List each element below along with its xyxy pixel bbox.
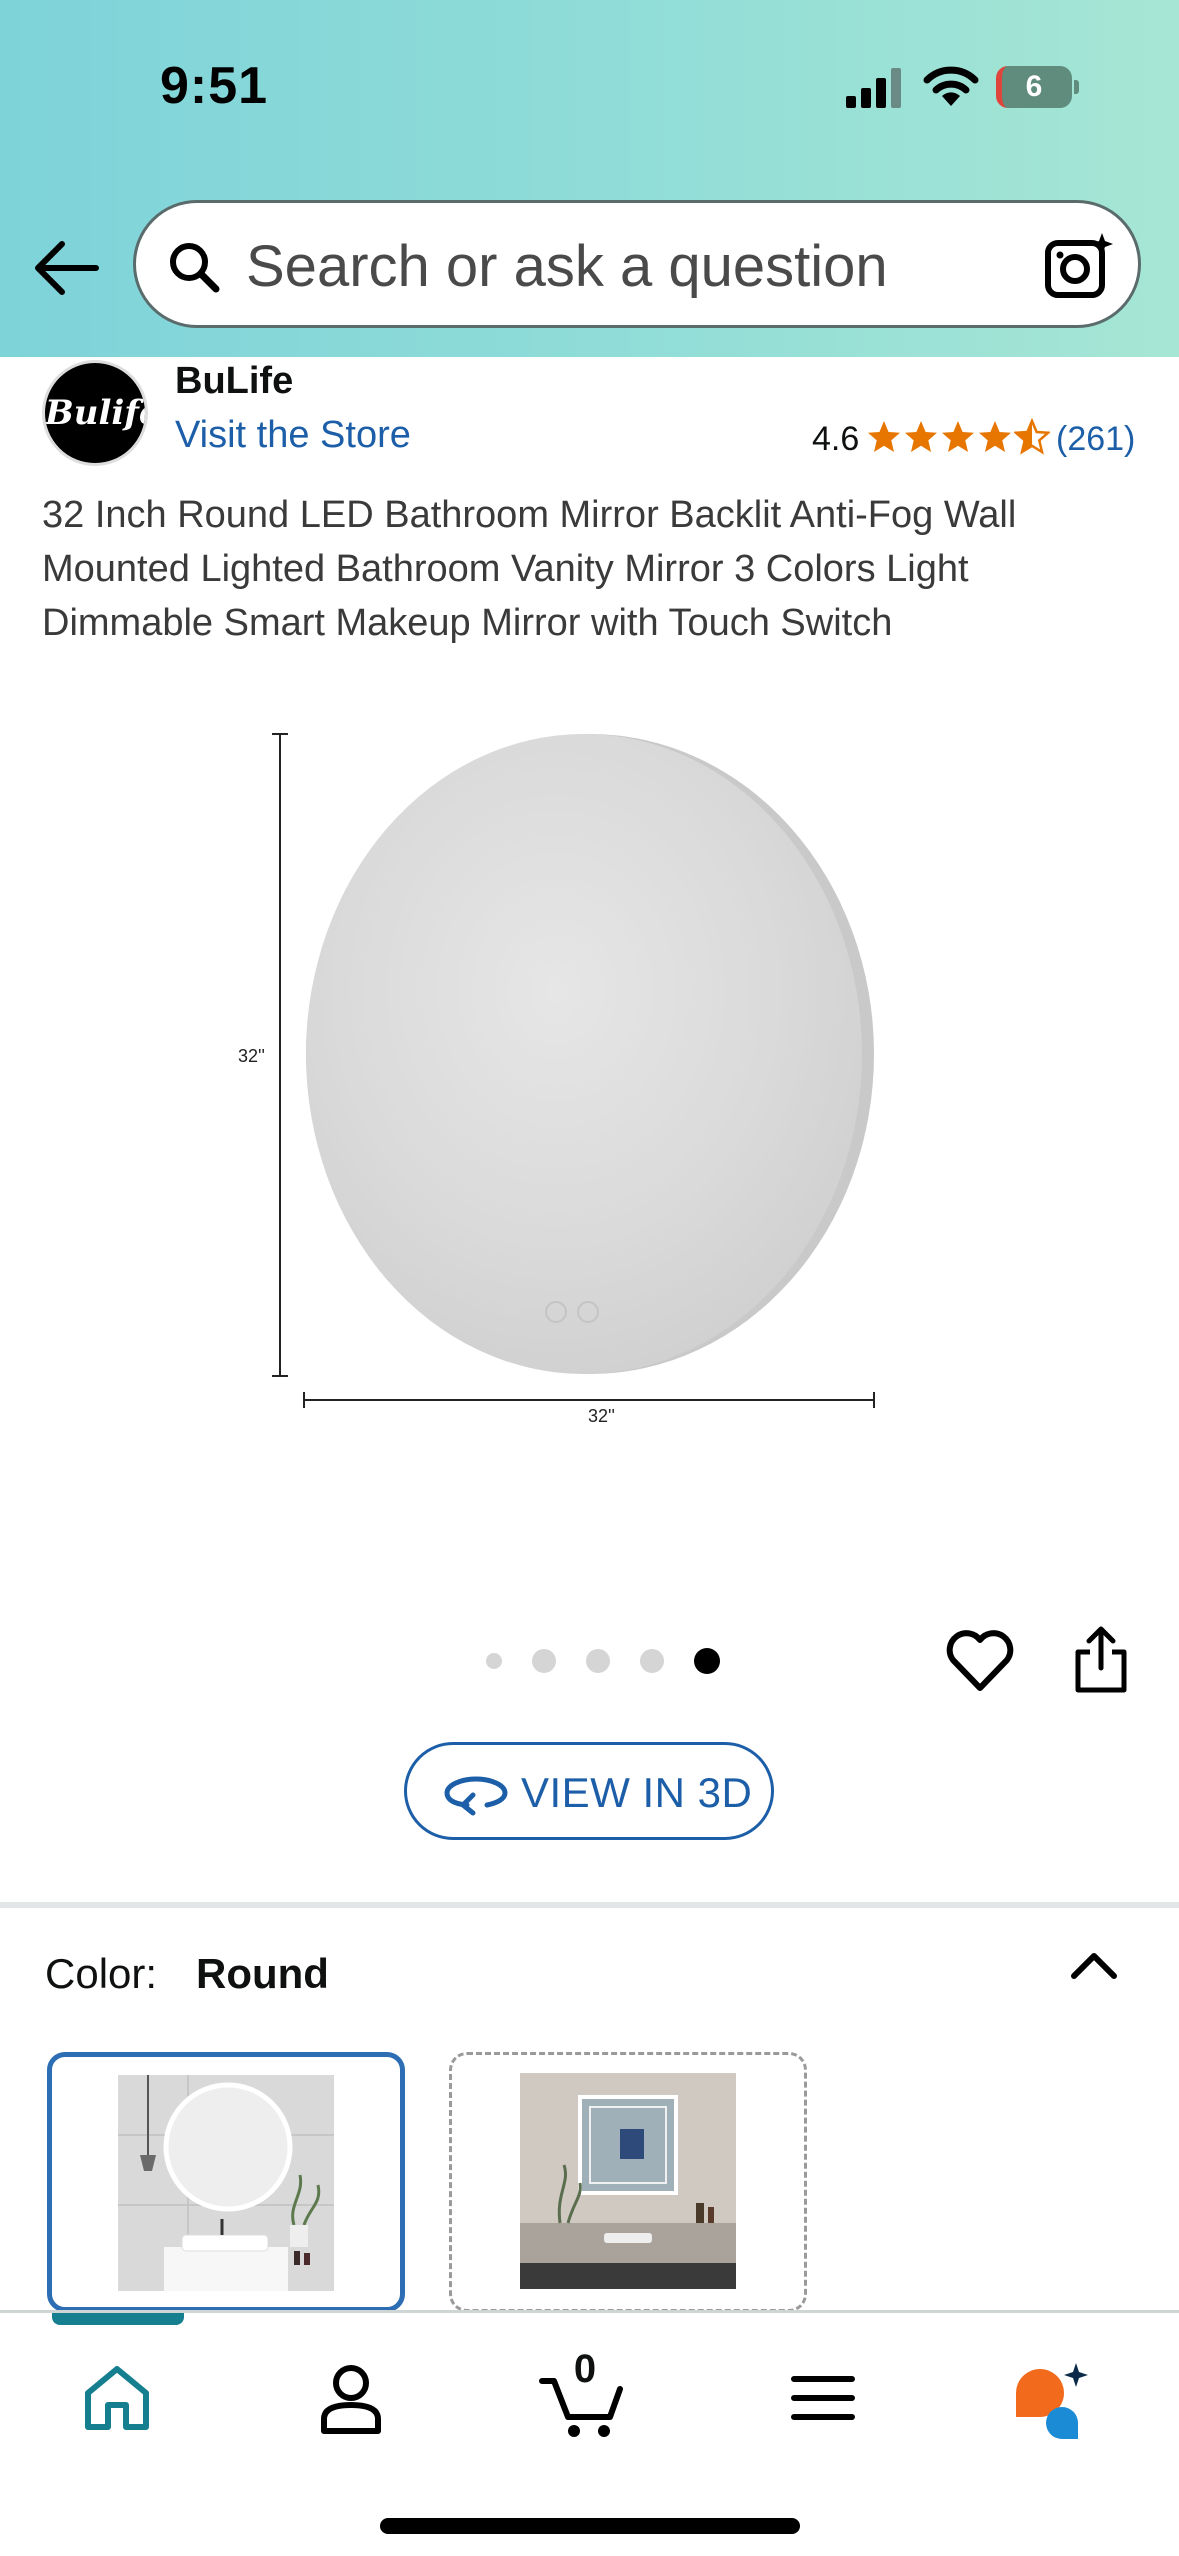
visit-store-link[interactable]: Visit the Store (175, 414, 411, 457)
brand-name: BuLife (175, 360, 294, 402)
section-divider (0, 1902, 1179, 1908)
height-dimension-label: 32'' (238, 1046, 265, 1066)
product-title: 32 Inch Round LED Bathroom Mirror Backli… (42, 494, 1017, 644)
carousel-dot[interactable] (486, 1653, 502, 1669)
color-swatch-square[interactable] (449, 2052, 807, 2312)
product-image[interactable]: 32'' 32'' (220, 720, 920, 1440)
star-full-icon (905, 421, 937, 452)
rating-stars[interactable] (866, 416, 1051, 458)
cart-button[interactable]: 0 (538, 2347, 628, 2443)
search-bar[interactable] (133, 200, 1141, 328)
rating-value: 4.6 (812, 420, 860, 458)
cart-count: 0 (573, 2347, 597, 2391)
image-carousel-dots[interactable] (486, 1648, 750, 1674)
round-mirror-thumbnail (118, 2075, 334, 2291)
active-tab-indicator (52, 2313, 184, 2325)
brand-logo[interactable]: Bulife (42, 360, 148, 466)
profile-icon[interactable] (306, 2353, 396, 2443)
star-full-icon (979, 421, 1011, 452)
rotate-3d-icon (444, 1776, 508, 1816)
cell-signal-icon (846, 68, 901, 108)
star-half-icon (1014, 417, 1050, 455)
wifi-icon (923, 66, 979, 106)
home-icon[interactable] (72, 2353, 162, 2443)
carousel-dot[interactable] (640, 1649, 664, 1673)
battery-icon: 6 (996, 66, 1079, 108)
width-dimension-label: 32'' (588, 1406, 615, 1426)
status-time: 9:51 (160, 57, 269, 115)
view-in-3d-button[interactable]: VIEW IN 3D (404, 1742, 774, 1840)
home-indicator[interactable] (380, 2518, 800, 2534)
star-full-icon (868, 421, 900, 452)
search-input[interactable] (246, 231, 1006, 301)
share-icon[interactable] (1070, 1624, 1132, 1696)
chevron-up-icon[interactable] (1066, 1946, 1122, 1986)
rating-count[interactable]: (261) (1056, 420, 1135, 459)
back-arrow-icon[interactable] (30, 232, 102, 304)
search-icon (170, 243, 220, 293)
product-page: 9:51 6 Search or ask a question Bulif Bu… (0, 0, 1179, 2556)
star-full-icon (942, 421, 974, 452)
carousel-dot-active[interactable] (694, 1648, 720, 1674)
rufus-assistant-icon[interactable] (1006, 2353, 1096, 2443)
color-swatch-round[interactable] (47, 2052, 405, 2312)
heart-icon[interactable] (944, 1628, 1016, 1694)
view-in-3d-label: VIEW IN 3D (521, 1769, 753, 1816)
color-label: Color: (45, 1950, 158, 1997)
carousel-dot[interactable] (586, 1649, 610, 1673)
carousel-dot[interactable] (532, 1649, 556, 1673)
header: 9:51 6 (0, 0, 1179, 357)
square-mirror-thumbnail (520, 2073, 736, 2289)
selected-color-value: Round (196, 1950, 329, 1997)
camera-lens-icon[interactable] (1042, 231, 1114, 303)
battery-level: 6 (1025, 70, 1043, 103)
menu-icon[interactable] (778, 2353, 868, 2443)
